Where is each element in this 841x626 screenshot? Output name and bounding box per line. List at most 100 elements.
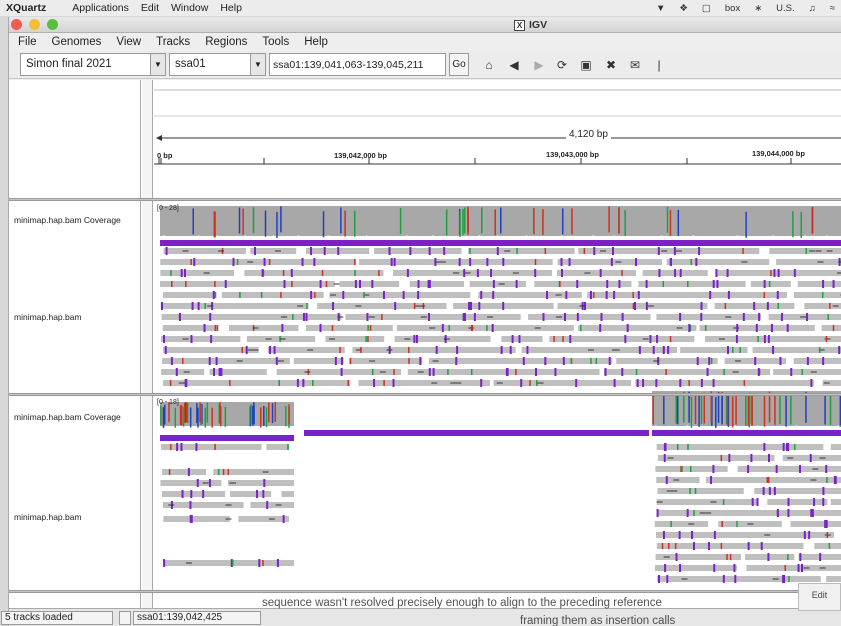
chevron-down-icon[interactable]: ▼	[150, 54, 165, 75]
insertion-mark	[473, 313, 476, 321]
coverage-track-name-2[interactable]: minimap.hap.bam Coverage	[14, 412, 121, 422]
read-panel-2	[826, 576, 841, 582]
insertion-mark	[698, 247, 701, 255]
insertion-mark	[713, 564, 716, 572]
panel-divider[interactable]	[9, 198, 841, 201]
close-window-button[interactable]	[11, 19, 22, 30]
insertion-mark	[359, 280, 362, 288]
insertion-mark	[490, 269, 493, 277]
menubar-edit[interactable]: Edit	[141, 2, 171, 14]
wifi-icon[interactable]: ≈	[830, 3, 835, 14]
insertion-mark	[175, 368, 178, 376]
app-menu-xquartz[interactable]: XQuartz	[0, 2, 72, 14]
maximize-window-button[interactable]	[47, 19, 58, 30]
read-panel-1	[666, 259, 770, 265]
mismatch-mark	[470, 369, 473, 375]
menubar-help[interactable]: Help	[220, 2, 254, 14]
alignment-track-name-2[interactable]: minimap.hap.bam	[14, 512, 82, 522]
insertion-mark	[700, 313, 703, 321]
mismatch-mark	[670, 521, 672, 527]
menu-tools[interactable]: Tools	[253, 36, 295, 48]
forward-icon[interactable]: ▶	[531, 57, 547, 73]
box-icon[interactable]: box	[725, 3, 740, 14]
menu-genomes[interactable]: Genomes	[43, 36, 108, 48]
shield-icon[interactable]: ▼	[656, 3, 665, 14]
coverage-mismatch-mark	[790, 393, 792, 425]
insertion-mark	[753, 302, 756, 310]
coverage-mismatch-mark	[666, 206, 669, 233]
menu-view[interactable]: View	[107, 36, 147, 48]
band-notch	[160, 430, 168, 435]
menubar-window[interactable]: Window	[171, 2, 220, 14]
alignment-visualization[interactable]	[154, 80, 841, 608]
window-title-text: IGV	[529, 19, 548, 31]
read-panel-2	[238, 516, 289, 522]
edit-button[interactable]: Edit	[798, 583, 841, 611]
mismatch-mark	[471, 325, 473, 331]
alignment-track-name-1[interactable]: minimap.hap.bam	[14, 312, 82, 322]
home-icon[interactable]: ⌂	[481, 57, 497, 73]
insertion-mark	[245, 346, 248, 354]
read-panel-2	[162, 560, 294, 566]
minimize-window-button[interactable]	[29, 19, 40, 30]
insertion-mark	[715, 269, 718, 277]
insertion-mark	[657, 247, 660, 255]
insertion-mark	[674, 269, 677, 277]
insertion-mark	[669, 258, 672, 266]
insertion-mark	[340, 357, 343, 365]
coverage-mismatch-mark	[288, 404, 290, 425]
mismatch-mark	[690, 259, 692, 265]
refresh-icon[interactable]: ⟳	[554, 57, 570, 73]
insertion-mark	[755, 324, 758, 332]
insertion-mark	[164, 346, 167, 354]
resize-to-window-icon[interactable]: ✖	[603, 57, 619, 73]
insertion-mark	[825, 465, 828, 473]
insertion-mark	[526, 346, 529, 354]
genome-dropdown[interactable]: Simon final 2021 ▼	[20, 53, 166, 76]
band-notch	[574, 425, 583, 430]
locale-label[interactable]: U.S.	[776, 3, 794, 14]
chevron-down-icon[interactable]: ▼	[250, 54, 265, 75]
menubar-applications[interactable]: Applications	[72, 2, 141, 14]
coverage-mismatch-mark	[268, 402, 270, 423]
mismatch-mark	[668, 543, 670, 549]
insertion-mark	[215, 357, 218, 365]
insertion-mark	[340, 368, 343, 376]
volume-icon[interactable]: ♫	[809, 3, 816, 14]
screen-icon[interactable]: ▢	[702, 3, 711, 14]
coverage-mismatch-mark	[174, 407, 177, 428]
menu-regions[interactable]: Regions	[196, 36, 253, 48]
mismatch-mark	[354, 259, 356, 265]
mismatch-mark	[757, 336, 759, 342]
read-panel-1	[163, 292, 217, 298]
region-of-interest-icon[interactable]: ▣	[578, 57, 594, 73]
mismatch-mark	[236, 259, 239, 265]
read-panel-2	[790, 521, 841, 527]
data-panel[interactable]: 4,120 bp 0 bp 139,042,000 bp 139,043,000…	[154, 80, 841, 608]
panel-divider[interactable]	[9, 393, 841, 396]
insertion-mark	[462, 313, 465, 321]
mismatch-mark	[726, 554, 728, 560]
insertion-mark	[645, 280, 648, 288]
dropbox-icon[interactable]: ❖	[679, 3, 688, 14]
coverage-track-name-1[interactable]: minimap.hap.bam Coverage	[14, 215, 121, 225]
chromosome-dropdown[interactable]: ssa01 ▼	[169, 53, 266, 76]
popup-text-icon[interactable]: ✉	[627, 57, 643, 73]
go-button[interactable]: Go	[449, 53, 469, 76]
panel-divider[interactable]	[9, 590, 841, 593]
bluetooth-icon[interactable]: ∗	[754, 3, 762, 14]
coverage-mismatch-mark	[353, 210, 356, 237]
coverage-mismatch-mark	[467, 208, 469, 235]
insertion-mark	[779, 357, 782, 365]
coverage-mismatch-mark	[785, 395, 787, 427]
insertion-mark	[480, 291, 483, 299]
insertion-mark	[621, 368, 624, 376]
menu-tracks[interactable]: Tracks	[147, 36, 196, 48]
locus-search-input[interactable]: ssa01:139,041,063-139,045,211	[269, 53, 446, 76]
menu-help[interactable]: Help	[295, 36, 334, 48]
mismatch-mark	[742, 248, 744, 254]
mismatch-mark	[314, 292, 316, 298]
menu-file[interactable]: File	[9, 36, 43, 48]
back-icon[interactable]: ◀	[506, 57, 522, 73]
insertion-mark	[195, 443, 198, 451]
